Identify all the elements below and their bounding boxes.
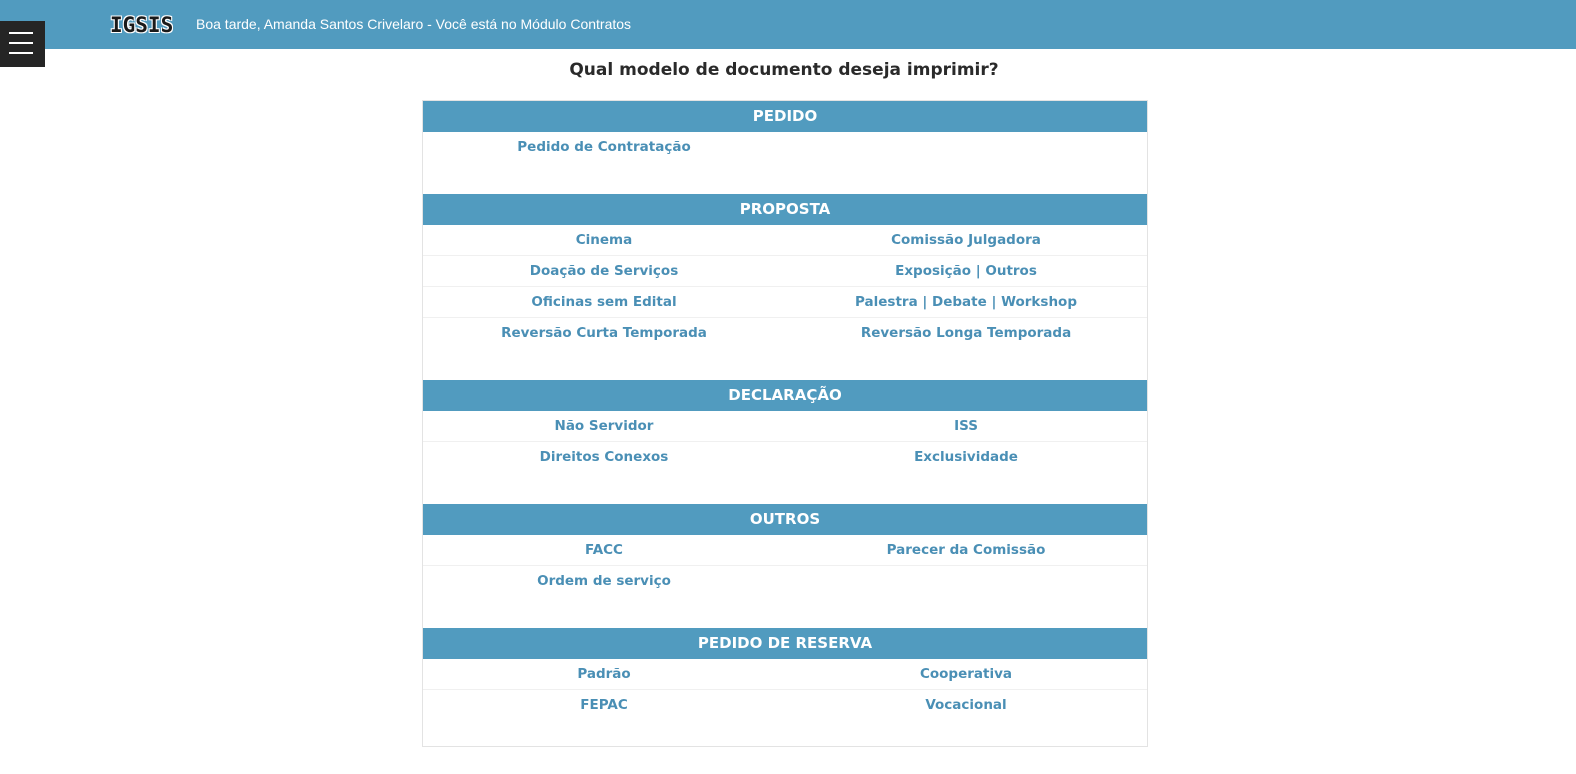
document-link[interactable]: Pedido de Contratação <box>423 132 785 162</box>
section-declaracao: DECLARAÇÃO Não Servidor ISS Direitos Con… <box>423 380 1147 472</box>
list-row: Pedido de Contratação <box>423 132 1147 162</box>
document-link[interactable]: Comissão Julgadora <box>785 225 1147 255</box>
document-link[interactable]: Doação de Serviços <box>423 256 785 286</box>
list-row: Ordem de serviço <box>423 566 1147 596</box>
menu-bar-line <box>9 42 33 44</box>
section-header: PROPOSTA <box>423 194 1147 225</box>
section-proposta: PROPOSTA Cinema Comissão Julgadora Doaçã… <box>423 194 1147 348</box>
list-row: Reversão Curta Temporada Reversão Longa … <box>423 318 1147 348</box>
section-pedido: PEDIDO Pedido de Contratação <box>423 101 1147 162</box>
document-link[interactable]: Ordem de serviço <box>423 566 785 596</box>
document-link[interactable]: ISS <box>785 411 1147 441</box>
list-row: Cinema Comissão Julgadora <box>423 225 1147 256</box>
document-link[interactable]: Exclusividade <box>785 442 1147 472</box>
section-outros: OUTROS FACC Parecer da Comissão Ordem de… <box>423 504 1147 596</box>
greeting-text: Boa tarde, Amanda Santos Crivelaro - Voc… <box>196 16 632 32</box>
document-link[interactable]: Padrão <box>423 659 785 689</box>
document-link[interactable]: Palestra | Debate | Workshop <box>785 287 1147 317</box>
page-title: Qual modelo de documento deseja imprimir… <box>569 60 999 80</box>
document-link[interactable]: FACC <box>423 535 785 565</box>
section-header: PEDIDO DE RESERVA <box>423 628 1147 659</box>
document-link[interactable]: FEPAC <box>423 690 785 720</box>
document-link[interactable]: Cooperativa <box>785 659 1147 689</box>
list-row: Padrão Cooperativa <box>423 659 1147 690</box>
list-row: FACC Parecer da Comissão <box>423 535 1147 566</box>
document-link[interactable]: Reversão Curta Temporada <box>423 318 785 348</box>
list-row: Direitos Conexos Exclusividade <box>423 442 1147 472</box>
section-header: OUTROS <box>423 504 1147 535</box>
document-models-panel: PEDIDO Pedido de Contratação PROPOSTA Ci… <box>422 100 1148 747</box>
document-link[interactable]: Reversão Longa Temporada <box>785 318 1147 348</box>
list-row: Não Servidor ISS <box>423 411 1147 442</box>
document-link[interactable]: Cinema <box>423 225 785 255</box>
document-link[interactable]: Oficinas sem Edital <box>423 287 785 317</box>
hamburger-menu-icon[interactable] <box>0 21 45 67</box>
list-row: FEPAC Vocacional <box>423 690 1147 720</box>
section-header: PEDIDO <box>423 101 1147 132</box>
menu-bar-line <box>9 52 33 54</box>
menu-bar-line <box>9 32 33 34</box>
document-link[interactable]: Parecer da Comissão <box>785 535 1147 565</box>
section-header: DECLARAÇÃO <box>423 380 1147 411</box>
document-link <box>785 566 1147 596</box>
document-link[interactable]: Exposição | Outros <box>785 256 1147 286</box>
document-link[interactable]: Vocacional <box>785 690 1147 720</box>
top-bar: IGSIS Boa tarde, Amanda Santos Crivelaro… <box>0 0 1576 49</box>
document-link <box>785 132 1147 162</box>
document-link[interactable]: Direitos Conexos <box>423 442 785 472</box>
document-link[interactable]: Não Servidor <box>423 411 785 441</box>
list-row: Oficinas sem Edital Palestra | Debate | … <box>423 287 1147 318</box>
list-row: Doação de Serviços Exposição | Outros <box>423 256 1147 287</box>
app-logo[interactable]: IGSIS <box>110 12 173 38</box>
section-pedido-de-reserva: PEDIDO DE RESERVA Padrão Cooperativa FEP… <box>423 628 1147 720</box>
